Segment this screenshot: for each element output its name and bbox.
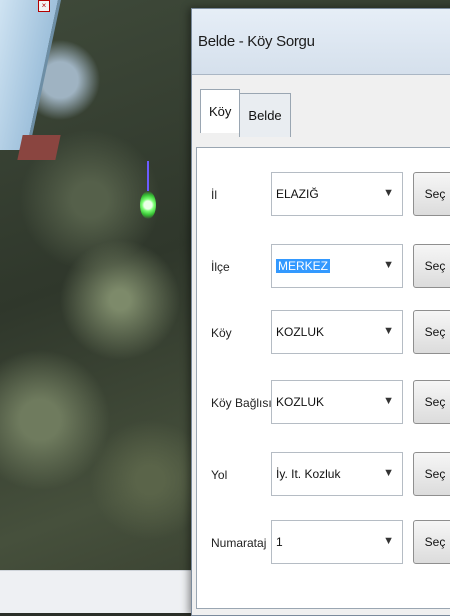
- ilce-value: MERKEZ: [276, 259, 331, 273]
- ilce-select[interactable]: MERKEZ ▼: [271, 244, 403, 288]
- chevron-down-icon[interactable]: ▼: [383, 535, 394, 547]
- tab-strip: Köy Belde: [200, 89, 291, 137]
- chevron-down-icon[interactable]: ▼: [383, 395, 394, 407]
- koy-baglisi-select[interactable]: KOZLUK ▼: [271, 380, 403, 424]
- chevron-down-icon[interactable]: ▼: [383, 467, 394, 479]
- koy-value: KOZLUK: [276, 325, 325, 339]
- numarataj-label: Numarataj: [211, 536, 267, 550]
- koy-select[interactable]: KOZLUK ▼: [271, 310, 403, 354]
- numarataj-select-button[interactable]: Seç: [413, 520, 450, 564]
- village-query-dialog: Belde - Köy Sorgu Köy Belde İl ELAZIĞ ▼ …: [191, 8, 450, 616]
- row-il: İl ELAZIĞ ▼ Seç: [197, 170, 450, 220]
- building-red-roof: [17, 135, 61, 160]
- map-marker-icon: [138, 150, 158, 230]
- koy-baglisi-value: KOZLUK: [276, 395, 325, 409]
- row-yol: Yol İy. It. Kozluk ▼ Seç: [197, 450, 450, 500]
- yol-label: Yol: [211, 468, 228, 482]
- ilce-select-button[interactable]: Seç: [413, 244, 450, 288]
- marker-line: [147, 161, 149, 191]
- koy-baglisi-select-button[interactable]: Seç: [413, 380, 450, 424]
- il-value: ELAZIĞ: [276, 187, 319, 201]
- il-select[interactable]: ELAZIĞ ▼: [271, 172, 403, 216]
- numarataj-value: 1: [276, 535, 283, 549]
- dialog-titlebar[interactable]: Belde - Köy Sorgu: [192, 9, 450, 75]
- koy-label: Köy: [211, 326, 232, 340]
- koy-select-button[interactable]: Seç: [413, 310, 450, 354]
- row-numarataj: Numarataj 1 ▼ Seç: [197, 518, 450, 568]
- koy-baglisi-label: Köy Bağlısı: [211, 396, 272, 410]
- map-close-icon[interactable]: ×: [38, 0, 50, 12]
- yol-value: İy. It. Kozluk: [276, 467, 341, 481]
- map-status-strip: [0, 570, 195, 613]
- chevron-down-icon[interactable]: ▼: [383, 259, 394, 271]
- yol-select-button[interactable]: Seç: [413, 452, 450, 496]
- yol-select[interactable]: İy. It. Kozluk ▼: [271, 452, 403, 496]
- chevron-down-icon[interactable]: ▼: [383, 325, 394, 337]
- tab-panel-koy: İl ELAZIĞ ▼ Seç İlçe MERKEZ ▼ Seç Köy KO…: [196, 147, 450, 609]
- il-select-button[interactable]: Seç: [413, 172, 450, 216]
- row-koy-baglisi: Köy Bağlısı KOZLUK ▼ Seç: [197, 378, 450, 428]
- numarataj-select[interactable]: 1 ▼: [271, 520, 403, 564]
- row-ilce: İlçe MERKEZ ▼ Seç: [197, 242, 450, 292]
- building-roof: [0, 0, 61, 150]
- dialog-title: Belde - Köy Sorgu: [198, 33, 315, 50]
- il-label: İl: [211, 188, 217, 202]
- tab-koy[interactable]: Köy: [200, 89, 241, 133]
- marker-dot: [140, 191, 156, 219]
- chevron-down-icon[interactable]: ▼: [383, 187, 394, 199]
- ilce-label: İlçe: [211, 260, 230, 274]
- row-koy: Köy KOZLUK ▼ Seç: [197, 308, 450, 358]
- tab-belde[interactable]: Belde: [239, 93, 291, 137]
